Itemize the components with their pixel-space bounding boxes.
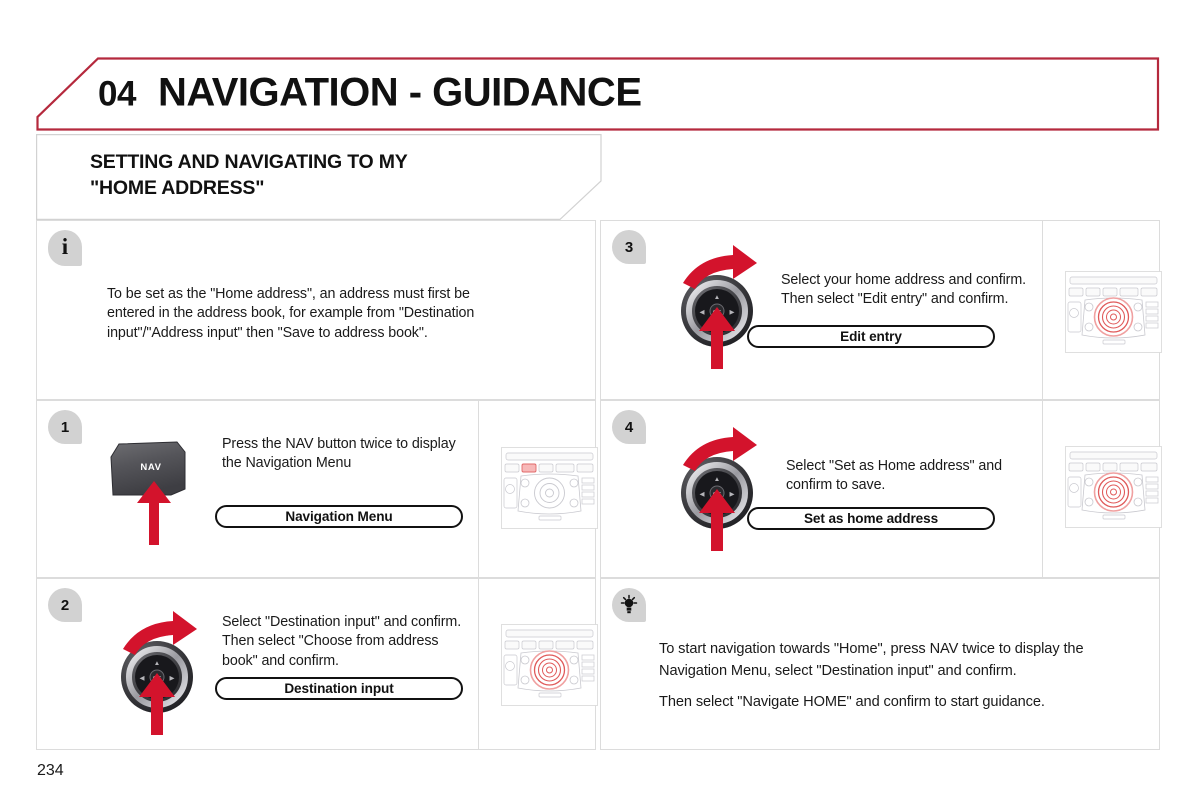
step-1-badge: 1 (48, 410, 82, 444)
svg-text:▲: ▲ (154, 660, 160, 667)
step-3-menu-pill[interactable]: Edit entry (747, 325, 995, 348)
step-3-text: Select your home address and confirm. Th… (781, 272, 1027, 308)
dashboard-thumbnail-knob (1065, 446, 1162, 528)
chapter-number: 04 (98, 74, 136, 114)
info-icon: i (48, 230, 82, 266)
dashboard-thumbnail-knob (1065, 271, 1162, 353)
nav-button-illustration: NAV (110, 441, 186, 545)
info-note-cell: i To be set as the "Home address", an ad… (36, 220, 596, 400)
chapter-title: NAVIGATION - GUIDANCE (157, 70, 642, 115)
step-3-badge: 3 (612, 230, 646, 264)
step-2-badge: 2 (48, 588, 82, 622)
step-2-menu-pill[interactable]: Destination input (215, 677, 463, 700)
tip-note-line-2: Then select "Navigate HOME" and confirm … (659, 693, 1045, 710)
thumbnail-divider (478, 401, 479, 577)
page-title: 04 NAVIGATION - GUIDANCE (98, 71, 642, 116)
dashboard-thumbnail-nav (501, 447, 598, 529)
svg-text:NAV: NAV (140, 462, 161, 473)
step-1-menu-pill[interactable]: Navigation Menu (215, 505, 463, 528)
tip-note-line-1: To start navigation towards "Home", pres… (659, 641, 1084, 679)
step-4-badge: 4 (612, 410, 646, 444)
thumbnail-divider (1042, 221, 1043, 399)
svg-text:▲: ▲ (714, 294, 720, 301)
page-number: 234 (37, 762, 64, 779)
rotary-knob-illustration: OK ◀ ▶ ▲ ▼ (121, 611, 197, 735)
tip-note-text: To start navigation towards "Home", pres… (659, 639, 1139, 714)
tip-note-cell: To start navigation towards "Home", pres… (600, 578, 1160, 750)
svg-text:▲: ▲ (714, 476, 720, 483)
step-4-menu-pill[interactable]: Set as home address (747, 507, 995, 530)
rotary-knob-illustration: OK ◀ ▶ ▲ ▼ (681, 245, 757, 369)
lightbulb-glyph (620, 594, 638, 614)
lightbulb-icon (612, 588, 646, 622)
step-3-cell: 3 OK (600, 220, 1162, 400)
right-column: 3 OK (600, 220, 1162, 750)
section-subtitle-panel: SETTING AND NAVIGATING TO MY "HOME ADDRE… (36, 134, 602, 220)
section-subtitle: SETTING AND NAVIGATING TO MY "HOME ADDRE… (90, 151, 408, 199)
step-2-text: Select "Destination input" and confirm. … (222, 614, 462, 669)
step-2-cell: 2 OK (36, 578, 598, 750)
rotary-knob-illustration: OK ◀ ▶ ▲ ▼ (681, 427, 757, 551)
step-1-cell: 1 NAV Press the NAV button twice to disp… (36, 400, 598, 578)
dashboard-thumbnail-knob (501, 624, 598, 706)
chapter-header: 04 NAVIGATION - GUIDANCE (36, 57, 1160, 131)
step-4-text: Select "Set as Home address" and confirm… (786, 458, 1002, 494)
step-1-text: Press the NAV button twice to display th… (222, 436, 456, 472)
step-4-cell: 4 OK (600, 400, 1162, 578)
info-note-text: To be set as the "Home address", an addr… (107, 286, 475, 341)
procedure-grid: i To be set as the "Home address", an ad… (36, 220, 1162, 750)
left-column: i To be set as the "Home address", an ad… (36, 220, 598, 750)
